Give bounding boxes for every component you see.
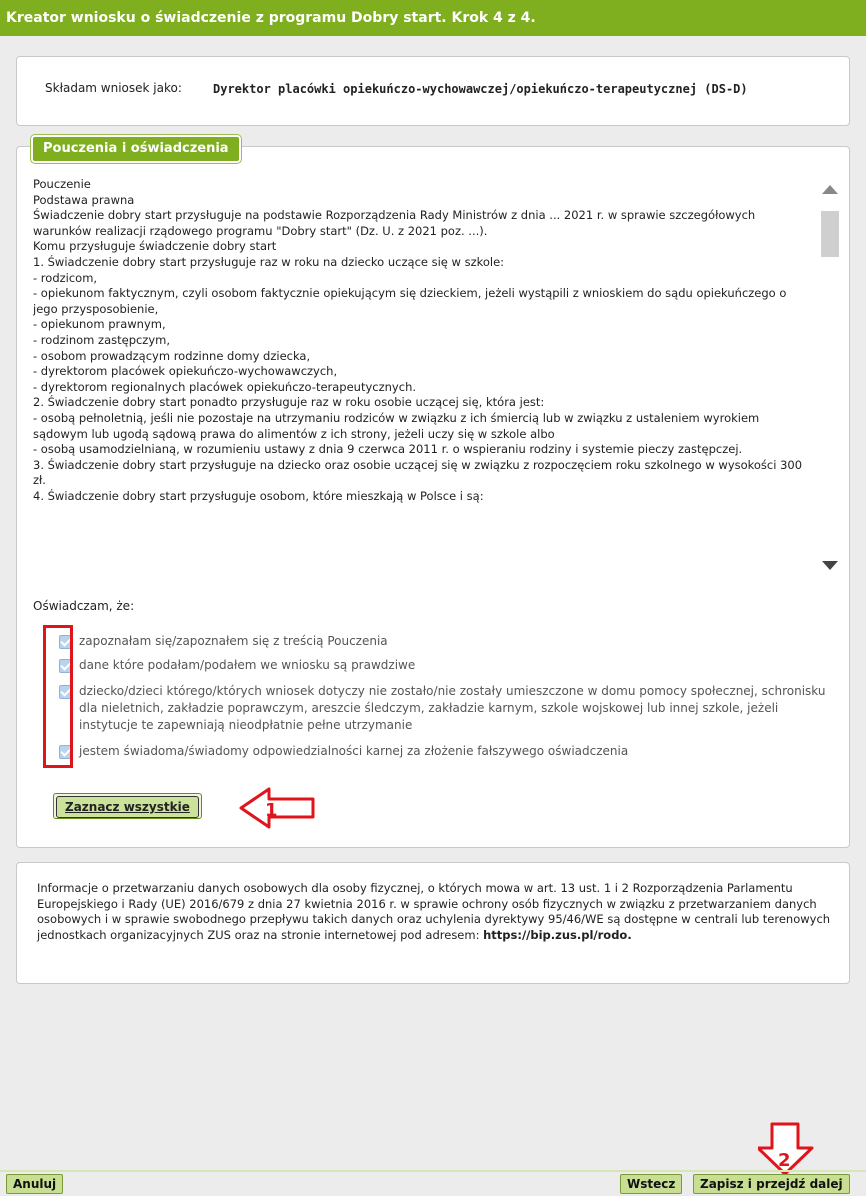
rodo-panel: Informacje o przetwarzaniu danych osobow… — [16, 862, 850, 984]
select-all-label: Zaznacz wszystkie — [56, 796, 199, 818]
applicant-label: Składam wniosek jako: — [45, 81, 182, 95]
declaration-item[interactable]: zapoznałam się/zapoznałem się z treścią … — [59, 633, 829, 650]
back-button[interactable]: Wstecz — [620, 1174, 683, 1194]
applicant-panel: Składam wniosek jako: Dyrektor placówki … — [16, 56, 850, 126]
declarations-panel: Pouczenia i oświadczenia Pouczenie Podst… — [16, 135, 850, 848]
window-title: Kreator wniosku o świadczenie z programu… — [0, 0, 866, 36]
select-all-button[interactable]: Zaznacz wszystkie — [53, 793, 202, 819]
declaration-label: dziecko/dzieci którego/których wniosek d… — [79, 684, 826, 732]
declaration-title: Oświadczam, że: — [33, 599, 135, 613]
rodo-link[interactable]: https://bip.zus.pl/rodo. — [483, 928, 632, 942]
save-next-button[interactable]: Zapisz i przejdź dalej — [693, 1174, 850, 1194]
arrow-2-label: 2 — [778, 1150, 791, 1171]
declaration-item[interactable]: dane które podałam/podałem we wniosku są… — [59, 657, 829, 674]
cancel-button[interactable]: Anuluj — [6, 1174, 64, 1194]
checkbox-highlight — [43, 625, 73, 768]
declaration-item[interactable]: dziecko/dzieci którego/których wniosek d… — [59, 683, 829, 734]
instruction-scrollbox[interactable]: Pouczenie Podstawa prawna Świadczenie do… — [33, 177, 847, 585]
scroll-thumb[interactable] — [821, 211, 839, 257]
applicant-value: Dyrektor placówki opiekuńczo-wychowawcze… — [213, 82, 748, 96]
rodo-body: Informacje o przetwarzaniu danych osobow… — [37, 881, 831, 942]
scrollbar[interactable] — [813, 177, 847, 585]
footer-divider — [0, 1170, 866, 1172]
arrow-1-label: 1 — [265, 800, 278, 821]
declaration-item[interactable]: jestem świadoma/świadomy odpowiedzialnoś… — [59, 743, 829, 760]
rodo-text: Informacje o przetwarzaniu danych osobow… — [37, 881, 837, 943]
scroll-up-icon[interactable] — [822, 185, 838, 194]
declaration-label: zapoznałam się/zapoznałem się z treścią … — [79, 634, 388, 648]
declaration-label: dane które podałam/podałem we wniosku są… — [79, 658, 416, 672]
arrow-annotation-1: 1 — [239, 787, 315, 829]
section-title: Pouczenia i oświadczenia — [31, 135, 241, 163]
declaration-label: jestem świadoma/świadomy odpowiedzialnoś… — [79, 744, 629, 758]
instruction-text: Pouczenie Podstawa prawna Świadczenie do… — [33, 177, 803, 503]
scroll-down-icon[interactable] — [822, 561, 838, 570]
arrow-annotation-2: 2 — [758, 1122, 814, 1176]
